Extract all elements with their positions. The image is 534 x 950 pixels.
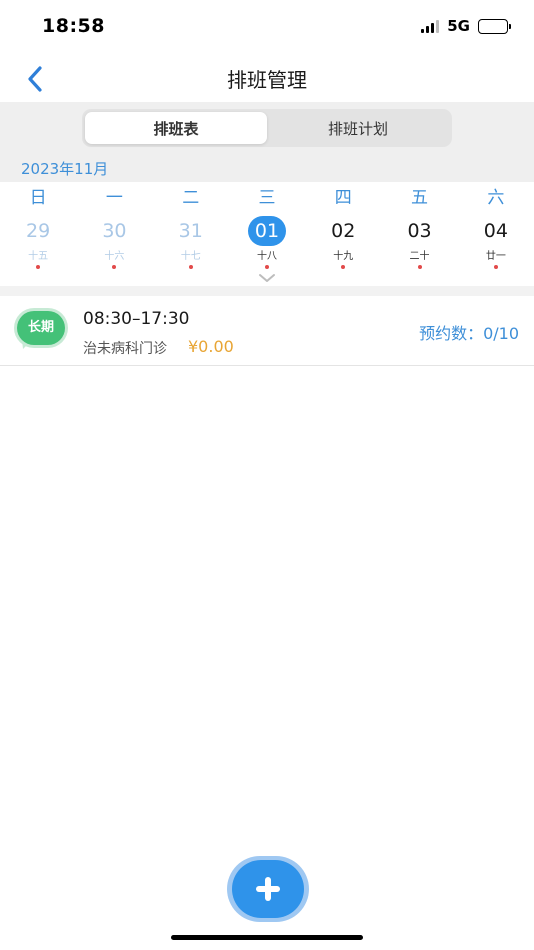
clinic-name: 治未病科门诊 [83, 341, 167, 357]
status-bar: 18:58 5G [0, 0, 534, 56]
plus-icon [256, 877, 280, 901]
lunar-date: 廿一 [485, 251, 506, 262]
tab-schedule-table[interactable]: 排班表 [85, 112, 267, 144]
lunar-date: 十五 [28, 251, 49, 262]
weekday-thu: 四 [334, 188, 352, 208]
status-indicators: 5G [421, 17, 511, 35]
schedule-dot [264, 265, 269, 269]
schedule-dot [188, 265, 193, 269]
lunar-date: 十九 [333, 251, 354, 262]
booking-count: 预约数：0/10 [419, 324, 519, 343]
lunar-date: 十七 [180, 251, 201, 262]
weekday-tue: 二 [182, 188, 200, 208]
lunar-date: 十八 [256, 251, 277, 262]
nav-bar: 排班管理 [0, 56, 534, 102]
date-number: 29 [26, 220, 51, 242]
date-number: 31 [178, 220, 203, 242]
network-label: 5G [447, 17, 470, 35]
add-schedule-button[interactable] [227, 856, 309, 922]
date-number: 03 [407, 220, 432, 242]
month-row: 2023年11月 [0, 154, 534, 182]
battery-icon [478, 18, 511, 34]
weekday-sun: 日 [29, 188, 47, 208]
time-range: 08:30–17:30 [83, 309, 190, 329]
fee-amount: ¥0.00 [188, 337, 234, 356]
date-cell[interactable]: 02 十九 [305, 214, 381, 270]
badge-label: 长期 [17, 311, 65, 345]
weekday-sat: 六 [487, 188, 505, 208]
segmented-control: 排班表 排班计划 [82, 109, 452, 147]
schedule-dot [112, 265, 117, 269]
weekday-header: 日 一 二 三 四 五 六 [0, 182, 534, 214]
signal-icon [421, 19, 440, 33]
home-indicator [171, 935, 363, 940]
date-number: 01 [247, 216, 286, 246]
date-strip: 29 十五 30 十六 31 十七 01 十八 02 十九 03 二十 04 廿… [0, 214, 534, 270]
schedule-management-page: 18:58 5G 排班管理 排班表 排班计划 2023年11月 日 一 二 三 … [0, 0, 534, 950]
schedule-dot [493, 265, 498, 269]
tab-schedule-plan[interactable]: 排班计划 [267, 112, 449, 144]
lunar-date: 二十 [409, 251, 430, 262]
date-cell[interactable]: 31 十七 [153, 214, 229, 270]
date-cell-selected[interactable]: 01 十八 [229, 214, 305, 270]
date-number: 04 [483, 220, 508, 242]
weekday-mon: 一 [105, 188, 123, 208]
month-label: 2023年11月 [21, 160, 109, 178]
date-cell[interactable]: 03 二十 [381, 214, 457, 270]
date-number: 02 [331, 220, 356, 242]
chevron-down-icon [259, 274, 275, 282]
date-cell[interactable]: 04 廿一 [458, 214, 534, 270]
status-time: 18:58 [42, 15, 105, 37]
page-title: 排班管理 [227, 68, 307, 92]
weekday-fri: 五 [411, 188, 429, 208]
long-term-badge: 长期 [14, 308, 68, 350]
schedule-dot [417, 265, 422, 269]
schedule-item[interactable]: 长期 08:30–17:30 治未病科门诊 ¥0.00 预约数：0/10 [0, 296, 534, 366]
lunar-date: 十六 [104, 251, 125, 262]
schedule-dot [341, 265, 346, 269]
date-number: 30 [102, 220, 127, 242]
segment-area: 排班表 排班计划 [0, 102, 534, 154]
date-cell[interactable]: 29 十五 [0, 214, 76, 270]
schedule-dot [36, 265, 41, 269]
expand-calendar-button[interactable] [257, 270, 277, 284]
weekday-wed: 三 [258, 188, 276, 208]
date-cell[interactable]: 30 十六 [76, 214, 152, 270]
section-divider [0, 286, 534, 296]
